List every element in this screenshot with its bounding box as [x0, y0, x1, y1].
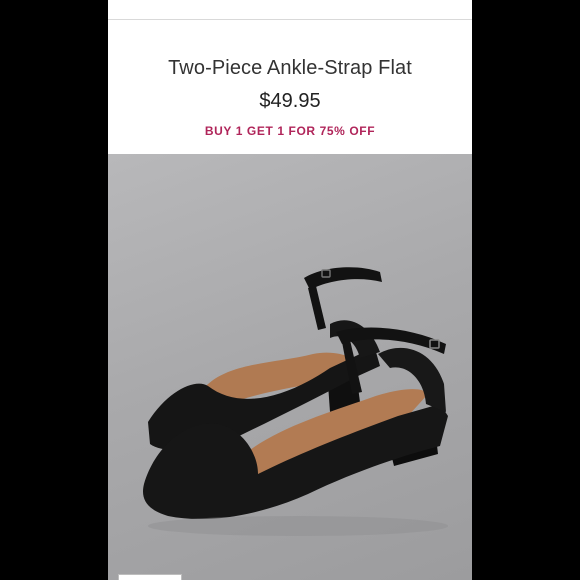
- shoe-illustration: [143, 267, 448, 536]
- product-price: $49.95: [259, 90, 321, 112]
- product-info: Two-Piece Ankle-Strap Flat $49.95 BUY 1 …: [108, 20, 472, 154]
- product-title: Two-Piece Ankle-Strap Flat: [168, 57, 412, 79]
- product-image[interactable]: [108, 154, 472, 580]
- promo-link[interactable]: BUY 1 GET 1 FOR 75% OFF: [108, 124, 472, 138]
- header-bar: [108, 0, 472, 20]
- bottom-tab-handle[interactable]: [118, 574, 182, 580]
- product-screen: Two-Piece Ankle-Strap Flat $49.95 BUY 1 …: [108, 0, 472, 580]
